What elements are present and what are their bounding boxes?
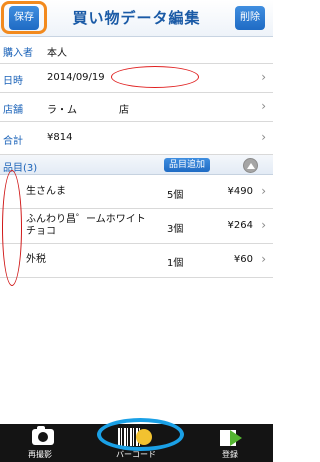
store-value: ラ・ム bbox=[47, 105, 77, 116]
chevron-right-icon: › bbox=[261, 184, 266, 198]
total-row[interactable]: 合計 ¥814 › bbox=[0, 122, 273, 155]
item-qty: 5個 bbox=[167, 190, 184, 201]
date-highlight-annotation bbox=[111, 66, 199, 88]
barcode-highlight-annotation bbox=[97, 418, 184, 451]
item-name: ふんわり昌゜ームホワイトチョコ bbox=[26, 214, 146, 237]
total-value: ¥814 bbox=[47, 132, 73, 143]
store-row[interactable]: 店舗 ラ・ム 店 › bbox=[0, 93, 273, 207]
date-value: 2014/09/19 bbox=[47, 72, 105, 83]
item-name: 外税 bbox=[26, 254, 46, 265]
retake-photo-button[interactable]: 再撮影 bbox=[0, 424, 80, 462]
purchaser-value: 本人 bbox=[47, 48, 67, 59]
purchaser-row[interactable]: 購入者 本人 bbox=[0, 37, 273, 64]
arrow-right-icon bbox=[230, 430, 242, 446]
camera-icon bbox=[32, 426, 54, 445]
register-label: 登録 bbox=[222, 450, 238, 459]
items-section-header: 品目(3) 品目追加 bbox=[0, 155, 273, 175]
list-item[interactable]: 生さんま 5個 ¥490 › bbox=[0, 176, 273, 209]
item-price: ¥264 bbox=[227, 220, 253, 231]
item-qty: 1個 bbox=[167, 258, 184, 269]
chevron-right-icon: › bbox=[261, 130, 266, 144]
delete-button[interactable]: 削除 bbox=[235, 6, 265, 30]
app-header: 保存 買い物データ編集 削除 bbox=[0, 0, 273, 37]
list-item[interactable]: ふんわり昌゜ームホワイトチョコ 3個 ¥264 › bbox=[0, 209, 273, 244]
store-suffix: 店 bbox=[119, 105, 129, 116]
add-item-button[interactable]: 品目追加 bbox=[164, 158, 210, 172]
item-price: ¥60 bbox=[233, 254, 253, 265]
register-button[interactable]: 登録 bbox=[190, 424, 270, 462]
list-item[interactable]: 外税 1個 ¥60 › bbox=[0, 244, 273, 278]
items-highlight-annotation bbox=[2, 170, 22, 286]
retake-label: 再撮影 bbox=[28, 450, 52, 459]
total-label: 合計 bbox=[3, 136, 23, 147]
chevron-right-icon: › bbox=[261, 70, 266, 84]
item-price: ¥490 bbox=[227, 186, 253, 197]
purchaser-label: 購入者 bbox=[3, 48, 33, 59]
item-qty: 3個 bbox=[167, 224, 184, 235]
date-label: 日時 bbox=[3, 76, 23, 87]
item-name: 生さんま bbox=[26, 186, 66, 197]
collapse-icon[interactable] bbox=[243, 158, 258, 173]
chevron-right-icon: › bbox=[261, 252, 266, 266]
store-label: 店舗 bbox=[3, 105, 23, 116]
save-highlight-annotation bbox=[1, 1, 47, 34]
chevron-right-icon: › bbox=[261, 99, 266, 113]
chevron-right-icon: › bbox=[261, 218, 266, 232]
